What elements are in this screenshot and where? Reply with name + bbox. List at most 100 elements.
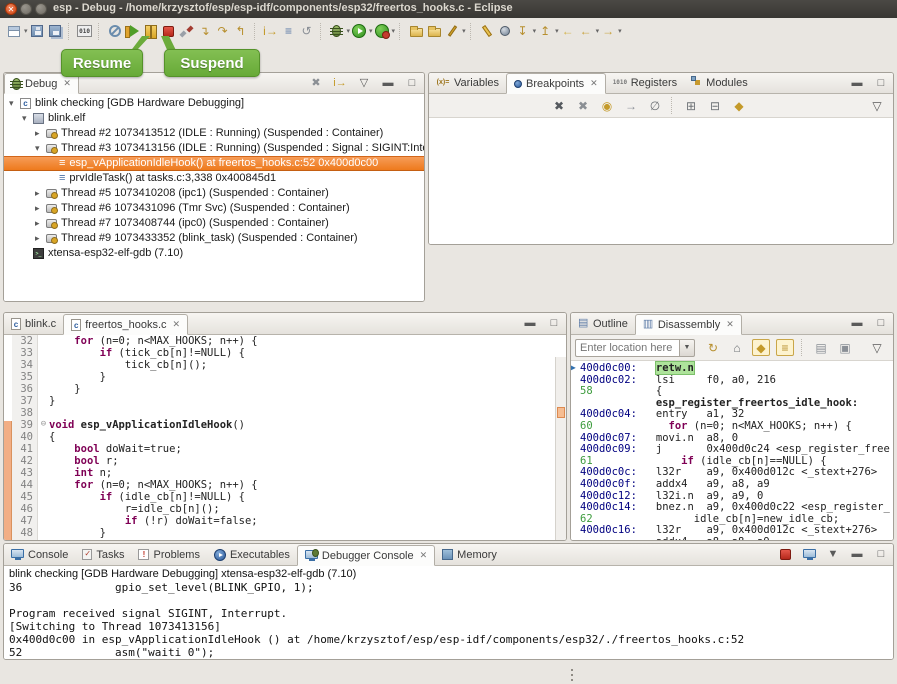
debug-tree-item[interactable]: ≡prvIdleTask() at tasks.c:3,338 0x400845… (4, 171, 424, 186)
tab-breakpoints[interactable]: Breakpoints✕ (506, 73, 606, 94)
disassembly-line[interactable]: 61 if (idle_cb[n]==NULL) { (571, 455, 893, 467)
close-icon[interactable]: ✕ (420, 550, 428, 561)
minimize-button[interactable]: ▬ (848, 75, 866, 92)
twistie-icon[interactable]: ▸ (35, 186, 46, 201)
line-number[interactable]: 35 (12, 371, 38, 383)
sash-drag-handle[interactable] (571, 666, 574, 682)
tab-disassembly[interactable]: ▥Disassembly✕ (635, 314, 742, 335)
disassembly-line[interactable]: 400d0c0c: l32r a9, 0x400d012c <_stext+27… (571, 466, 893, 478)
debug-tree-item[interactable]: ▸Thread #2 1073413512 (IDLE : Running) (… (4, 126, 424, 141)
home-button[interactable]: ⌂ (728, 339, 746, 356)
code-line[interactable]: 37} (4, 395, 566, 407)
new-wizard-button[interactable] (5, 23, 23, 40)
open-element-button[interactable] (496, 23, 514, 40)
new-cpp-project-button[interactable] (407, 23, 425, 40)
disassembly-line[interactable]: 400d0c0f: addx4 a9, a8, a9 (571, 478, 893, 490)
collapse-all-button[interactable]: ⊟ (706, 97, 724, 114)
debug-tree-item[interactable]: ▾Thread #3 1073413156 (IDLE : Running) (… (4, 141, 424, 156)
view-menu-button[interactable]: ▽ (355, 75, 373, 92)
code-line[interactable]: 34 tick_cb[n](); (4, 359, 566, 371)
code-line[interactable]: 43 int n; (4, 467, 566, 479)
line-number[interactable]: 43 (12, 467, 38, 479)
disassembly-line[interactable]: 400d0c12: l32i.n a9, a9, 0 (571, 490, 893, 502)
maximize-button[interactable]: □ (545, 315, 563, 332)
profile-dropdown-icon[interactable]: ▾ (392, 27, 396, 35)
back-button[interactable]: ← (577, 23, 595, 40)
new-view-button[interactable]: ▤ (812, 339, 830, 356)
pin-view-button[interactable]: ▣ (836, 339, 854, 356)
disassembly-listing[interactable]: ▶400d0c00: retw.n400d0c02: lsi f0, a0, 2… (571, 361, 893, 540)
last-edit-location-button[interactable]: ← (559, 23, 577, 40)
line-number[interactable]: 48 (12, 527, 38, 539)
step-return-button[interactable]: ↰ (232, 23, 250, 40)
disassembly-line[interactable]: 400d0c09: j 0x400d0c24 <esp_register_fre… (571, 443, 893, 455)
tab-executables[interactable]: Executables (207, 544, 297, 565)
debug-button[interactable] (328, 23, 346, 40)
twistie-icon[interactable]: ▸ (35, 126, 46, 141)
debug-tree-item[interactable]: ▸Thread #9 1073433352 (blink_task) (Susp… (4, 231, 424, 246)
remove-all-breakpoints-button[interactable]: ✖ (574, 97, 592, 114)
line-number[interactable]: 36 (12, 383, 38, 395)
remove-all-terminated-button[interactable]: ✖ (307, 75, 325, 92)
debug-tree-item[interactable]: ▸Thread #5 1073410208 (ipc1) (Suspended … (4, 186, 424, 201)
refresh-button[interactable]: ↻ (704, 339, 722, 356)
twistie-icon[interactable]: ▾ (35, 141, 46, 156)
skip-all-breakpoints-toggle[interactable]: ∅ (646, 97, 664, 114)
code-line[interactable]: 36 } (4, 383, 566, 395)
disassembly-line[interactable]: 58 { (571, 385, 893, 397)
annotation-ruler[interactable] (555, 357, 566, 540)
skip-all-breakpoints-button[interactable] (106, 23, 124, 40)
code-line[interactable]: 46 r=idle_cb[n](); (4, 503, 566, 515)
line-number[interactable]: 46 (12, 503, 38, 515)
minimize-button[interactable]: ▬ (848, 315, 866, 332)
code-line[interactable]: 41 bool doWait=true; (4, 443, 566, 455)
line-number[interactable]: 41 (12, 443, 38, 455)
disassembly-line[interactable]: 400d0c14: bnez.n a9, 0x400d0c22 <esp_reg… (571, 501, 893, 513)
minimize-button[interactable]: ▬ (848, 546, 866, 563)
line-number[interactable]: 49 (12, 539, 38, 541)
annotation-marker[interactable] (557, 407, 565, 418)
tab-modules[interactable]: Modules (684, 72, 755, 93)
disassembly-line[interactable]: 60 for (n=0; n<MAX_HOOKS; n++) { (571, 420, 893, 432)
code-line[interactable]: 40{ (4, 431, 566, 443)
maximize-button[interactable]: □ (403, 75, 421, 92)
tab-debugger-console[interactable]: Debugger Console✕ (297, 545, 435, 566)
remove-selected-breakpoints-button[interactable]: ✖ (550, 97, 568, 114)
previous-annotation-button[interactable]: ↥ (536, 23, 554, 40)
tab-blink-c[interactable]: cblink.c (4, 313, 63, 334)
tab-registers[interactable]: 1010Registers (606, 72, 684, 93)
terminate-button[interactable] (776, 546, 794, 563)
open-project-button[interactable] (425, 23, 443, 40)
view-menu-button[interactable]: ▽ (868, 97, 886, 114)
forward-button[interactable]: → (599, 23, 617, 40)
view-menu-button[interactable]: ▽ (868, 339, 886, 356)
window-maximize-icon[interactable] (35, 3, 47, 15)
debug-tree-item[interactable]: ▾cblink checking [GDB Hardware Debugging… (4, 96, 424, 111)
tab-variables[interactable]: (x)=Variables (429, 72, 506, 93)
close-icon[interactable]: ✕ (63, 78, 71, 89)
resume-button[interactable] (124, 23, 142, 40)
search-marker-button[interactable] (443, 23, 461, 40)
show-source-toggle[interactable]: ≡ (776, 339, 794, 356)
twistie-icon[interactable]: ▸ (35, 216, 46, 231)
go-to-file-for-breakpoint-button[interactable]: → (622, 97, 640, 114)
debug-tree-item[interactable]: >_xtensa-esp32-elf-gdb (7.10) (4, 246, 424, 261)
location-input[interactable] (575, 339, 679, 357)
disassembly-line[interactable]: ▶400d0c00: retw.n (571, 362, 893, 374)
line-number[interactable]: 39 (12, 419, 38, 431)
debug-tree-item[interactable]: ▾blink.elf (4, 111, 424, 126)
line-number[interactable]: 44 (12, 479, 38, 491)
run-button[interactable] (350, 23, 368, 40)
code-line[interactable]: 33 if (tick_cb[n]!=NULL) { (4, 347, 566, 359)
save-button[interactable] (28, 23, 46, 40)
show-breakpoints-for-button[interactable]: ◉ (598, 97, 616, 114)
maximize-button[interactable]: □ (872, 315, 890, 332)
code-line[interactable]: 42 bool r; (4, 455, 566, 467)
code-line[interactable]: 48 } (4, 527, 566, 539)
disassembly-line[interactable]: 400d0c02: lsi f0, a0, 216 (571, 374, 893, 386)
instruction-stepping-toggle[interactable]: i→ (331, 75, 349, 92)
disconnect-button[interactable] (178, 23, 196, 40)
code-line[interactable]: 39⊖void esp_vApplicationIdleHook() (4, 419, 566, 431)
line-number[interactable]: 32 (12, 335, 38, 347)
twistie-icon[interactable]: ▾ (9, 96, 20, 111)
